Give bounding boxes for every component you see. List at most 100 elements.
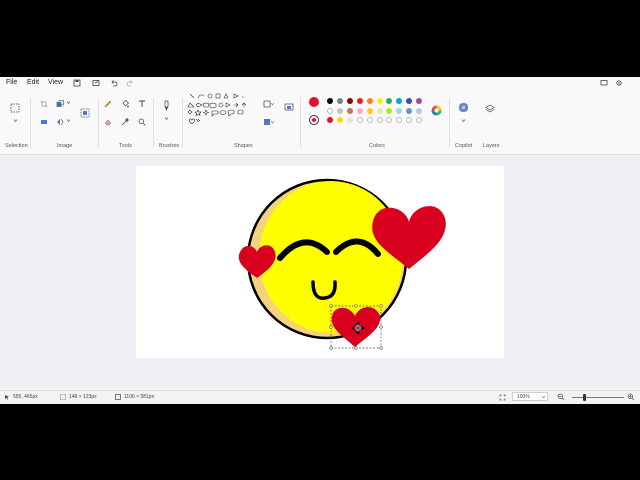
layers-icon[interactable] [485, 104, 495, 114]
group-selection-label: Selection [5, 143, 28, 149]
palette-color-swatch[interactable] [346, 98, 353, 104]
group-shapes-label: Shapes [234, 143, 253, 149]
palette-color-swatch[interactable] [366, 107, 373, 114]
palette-color-swatch[interactable] [396, 107, 403, 114]
resize-icon[interactable] [56, 100, 64, 108]
zoom-out-icon[interactable] [557, 393, 565, 401]
group-image-label: Image [57, 143, 73, 149]
ribbon-toolbar: Selection Image Tools Brushes ‹› Shapes … [0, 92, 640, 155]
zoom-in-icon[interactable] [627, 393, 635, 401]
palette-color-swatch[interactable] [336, 117, 343, 124]
color-picker-icon[interactable] [121, 118, 129, 126]
palette-color-swatch[interactable] [356, 107, 363, 114]
palette-color-swatch[interactable] [386, 117, 393, 124]
chevron-down-icon[interactable] [13, 118, 18, 123]
palette-color-swatch[interactable] [336, 98, 343, 104]
canvas-drawing [238, 178, 446, 350]
crop-icon[interactable] [40, 100, 48, 108]
chevron-down-icon[interactable] [461, 118, 466, 123]
group-colors-label: Colors [369, 143, 385, 149]
color-wheel-icon[interactable] [431, 105, 442, 116]
palette-color-swatch[interactable] [336, 107, 343, 114]
palette-color-swatch[interactable] [386, 107, 393, 114]
fit-to-window-icon[interactable] [499, 394, 506, 401]
palette-color-swatch[interactable] [416, 98, 423, 104]
eraser-icon[interactable] [104, 118, 112, 126]
drawing-canvas[interactable] [136, 166, 504, 358]
divider [449, 98, 450, 148]
zoom-slider-track[interactable] [572, 397, 624, 398]
palette-color-swatch[interactable] [366, 117, 373, 124]
chevron-down-icon[interactable] [66, 118, 71, 123]
chevron-down-icon[interactable] [66, 100, 71, 105]
divider [182, 98, 183, 148]
canvas-workspace [0, 155, 640, 389]
divider [30, 98, 31, 148]
selection-size-icon [60, 394, 66, 400]
palette-color-swatch[interactable] [356, 98, 363, 104]
palette-color-swatch[interactable] [327, 117, 333, 124]
chevron-down-icon[interactable] [164, 116, 169, 121]
group-tools-label: Tools [119, 143, 132, 149]
chevron-down-icon [541, 395, 546, 399]
divider [300, 98, 301, 148]
menu-view[interactable]: View [48, 79, 63, 86]
magnifier-icon[interactable] [138, 118, 146, 126]
gear-icon[interactable] [615, 79, 623, 87]
palette-color-swatch[interactable] [356, 117, 363, 124]
undo-icon[interactable] [110, 79, 118, 87]
image-select-icon[interactable] [80, 108, 90, 118]
menu-file[interactable]: File [6, 79, 17, 86]
palette-color-swatch[interactable] [406, 117, 413, 124]
canvas-size: 1106 × 581px [124, 394, 155, 400]
palette-color-swatch[interactable] [406, 107, 413, 114]
save-icon[interactable] [73, 79, 81, 87]
group-layers-label: Layers [483, 143, 500, 149]
flip-icon[interactable] [56, 118, 64, 126]
selection-icon[interactable] [10, 103, 20, 113]
shapes-gallery[interactable]: ‹› [186, 92, 256, 127]
palette-color-swatch[interactable] [327, 98, 333, 104]
menu-bar: File Edit View [0, 77, 640, 92]
rotate-icon[interactable] [40, 118, 48, 126]
palette-color-swatch[interactable] [386, 98, 393, 104]
shape-size-icon[interactable] [284, 103, 294, 113]
palette-color-swatch[interactable] [416, 107, 423, 114]
zoom-level: 100% [517, 394, 530, 400]
zoom-slider-thumb[interactable] [583, 394, 586, 401]
status-bar: 555, 465px 148 × 123px 1106 × 581px 100% [0, 390, 640, 404]
palette-color-swatch[interactable] [366, 98, 373, 104]
palette-color-swatch[interactable] [416, 117, 423, 124]
notification-icon[interactable] [600, 79, 608, 87]
group-copilot-label: Copilot [455, 143, 473, 149]
palette-color-swatch[interactable] [376, 117, 383, 124]
share-icon[interactable] [92, 79, 100, 87]
palette-color-swatch[interactable] [376, 107, 383, 114]
palette-color-swatch[interactable] [327, 107, 333, 114]
cursor-position-icon [5, 395, 9, 400]
shape-fill-icon[interactable] [263, 118, 275, 127]
palette-color-swatch[interactable] [346, 107, 353, 114]
svg-text:‹›: ‹› [242, 94, 245, 99]
text-icon[interactable] [138, 100, 146, 108]
palette-color-swatch[interactable] [396, 98, 403, 104]
divider [98, 98, 99, 148]
palette-color-swatch[interactable] [396, 117, 403, 124]
copilot-icon[interactable] [458, 102, 469, 113]
brush-icon[interactable] [162, 100, 171, 112]
palette-color-swatch[interactable] [406, 98, 413, 104]
selection-size: 148 × 123px [69, 394, 97, 400]
menu-edit[interactable]: Edit [27, 79, 39, 86]
palette-color-swatch[interactable] [346, 117, 353, 124]
paint-app: File Edit View Selection Image Tools Bru… [0, 77, 640, 404]
cursor-position: 555, 465px [13, 394, 38, 400]
zoom-select[interactable]: 100% [512, 392, 548, 401]
fill-icon[interactable] [121, 100, 129, 108]
secondary-color-swatch[interactable] [309, 115, 319, 125]
redo-icon[interactable] [126, 79, 134, 87]
primary-color-swatch[interactable] [309, 97, 319, 107]
palette-color-swatch[interactable] [376, 98, 383, 104]
shape-outline-icon[interactable] [263, 100, 275, 109]
canvas-size-icon [115, 394, 121, 400]
pencil-icon[interactable] [104, 100, 112, 108]
